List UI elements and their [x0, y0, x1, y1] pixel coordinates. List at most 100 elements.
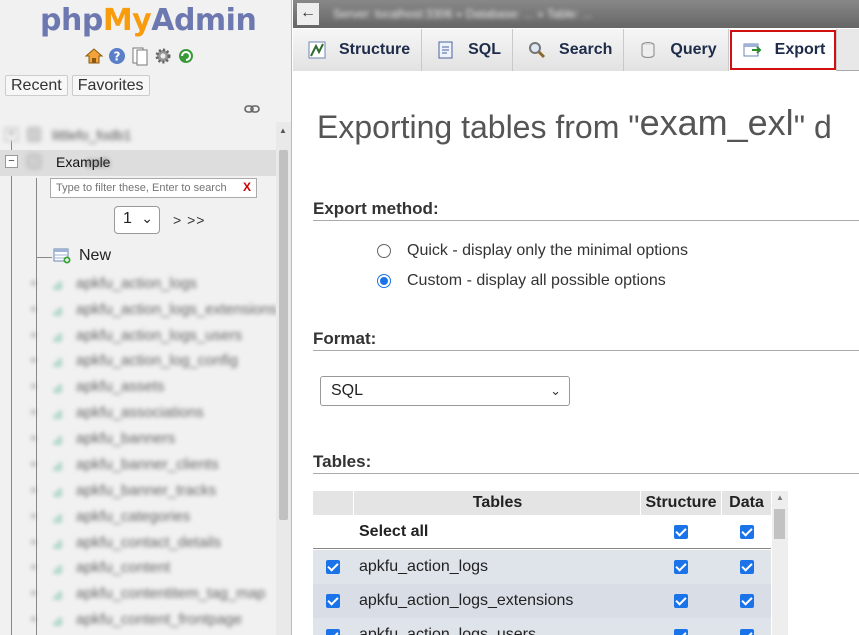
structure-checkbox[interactable]	[641, 584, 721, 618]
table-filter-input[interactable]	[50, 178, 257, 198]
tree-table-row[interactable]: + ⊿ apkfu_action_logs_users	[30, 322, 242, 348]
main-panel: ← Server: localhost:3306 » Database: ...…	[293, 0, 859, 635]
tree-table-row[interactable]: + ⊿ apkfu_contentitem_tag_map	[30, 580, 265, 606]
tree-table-row[interactable]: + ⊿ apkfu_assets	[30, 373, 164, 399]
scroll-up-icon[interactable]: ▲	[279, 126, 287, 135]
back-arrow-icon[interactable]: ←	[297, 3, 319, 25]
checkbox[interactable]	[674, 629, 688, 635]
table-name: apkfu_action_logs	[359, 558, 488, 575]
favorites-button[interactable]: Favorites	[71, 75, 150, 96]
structure-checkbox[interactable]	[641, 550, 721, 584]
tree-table-row[interactable]: + ⊿ apkfu_banner_clients	[30, 451, 219, 477]
new-table-link[interactable]: New	[79, 247, 111, 265]
breadcrumb-bar: ← Server: localhost:3306 » Database: ...…	[293, 0, 859, 28]
tab-label: Query	[670, 41, 717, 58]
radio-label[interactable]: Custom - display all possible options	[407, 272, 666, 290]
tree-table-row[interactable]: + ⊿ apkfu_action_logs	[30, 270, 197, 296]
tab-structure[interactable]: Structure	[293, 29, 423, 71]
checkbox[interactable]	[739, 560, 754, 574]
tree-table-row[interactable]: + ⊿ apkfu_banners	[30, 425, 175, 451]
tab-query[interactable]: Query	[624, 29, 729, 71]
format-select[interactable]: SQL ⌄	[320, 376, 570, 406]
tree-table-row[interactable]: + ⊿ apkfu_contact_details	[30, 529, 221, 555]
tab-sql[interactable]: SQL	[422, 29, 514, 71]
chevron-down-icon: ⌄	[141, 210, 153, 226]
reload-icon[interactable]	[176, 46, 196, 66]
checkbox[interactable]	[674, 560, 688, 574]
home-icon[interactable]	[84, 46, 104, 66]
column-header-structure[interactable]: Structure	[641, 491, 721, 515]
tree-table-row[interactable]: + ⊿ apkfu_categories	[30, 503, 190, 529]
collapse-icon[interactable]: −	[5, 155, 18, 168]
radio-quick[interactable]: Quick - display only the minimal options	[377, 242, 688, 260]
radio-button[interactable]	[377, 274, 391, 288]
tree-scrollbar[interactable]: ▲	[276, 122, 291, 635]
table-icon: ⊿	[52, 536, 63, 551]
tree-db-row[interactable]: + littlefo_fodb1	[0, 122, 276, 148]
link-with-main-icon[interactable]	[244, 101, 260, 119]
docs-icon[interactable]	[130, 46, 150, 66]
table-select-checkbox[interactable]	[313, 619, 353, 635]
tree-table-row[interactable]: + ⊿ apkfu_banner_tracks	[30, 477, 216, 503]
checkbox[interactable]	[326, 560, 340, 574]
checkbox[interactable]	[739, 524, 754, 539]
radio-button[interactable]	[377, 244, 391, 258]
table-row[interactable]: apkfu_action_logs	[313, 550, 771, 584]
checkbox[interactable]	[674, 524, 688, 539]
table-icon: ⊿	[52, 354, 63, 369]
search-icon	[527, 40, 547, 60]
tab-export[interactable]: Export	[728, 29, 838, 71]
tab-label: Export	[774, 41, 826, 58]
page-title-prefix: Exporting tables from "	[317, 109, 640, 145]
table-icon: ⊿	[52, 277, 63, 292]
tree-table-row[interactable]: + ⊿ apkfu_content_frontpage	[30, 606, 242, 632]
checkbox[interactable]	[739, 629, 754, 635]
tables-heading: Tables:	[313, 452, 372, 471]
table-icon: ⊿	[52, 587, 63, 602]
breadcrumb[interactable]: Server: localhost:3306 » Database: ... »…	[333, 7, 592, 21]
tree-table-row[interactable]: + ⊿ apkfu_action_logs_extensions	[30, 296, 277, 322]
table-row[interactable]: apkfu_action_logs_users	[313, 618, 771, 635]
checkbox[interactable]	[326, 594, 340, 608]
tables-scrollbar[interactable]: ▲	[772, 491, 788, 635]
page-select[interactable]: 1 ⌄	[114, 206, 160, 234]
structure-checkbox[interactable]	[641, 619, 721, 635]
scrollbar-thumb[interactable]	[279, 150, 288, 520]
scroll-up-icon[interactable]: ▲	[776, 493, 784, 502]
data-checkbox[interactable]	[722, 619, 771, 635]
table-select-checkbox[interactable]	[313, 550, 353, 584]
checkbox[interactable]	[674, 594, 688, 608]
chevron-down-icon: ⌄	[550, 383, 561, 398]
tree-current-db-row[interactable]	[0, 150, 276, 176]
expand-icon[interactable]: +	[5, 128, 18, 141]
radio-label[interactable]: Quick - display only the minimal options	[407, 242, 688, 260]
data-checkbox[interactable]	[722, 584, 771, 618]
phpmyadmin-logo[interactable]: phpMyAdmin	[40, 3, 257, 38]
next-page-link[interactable]: > >>	[173, 212, 205, 228]
checkbox[interactable]	[739, 594, 754, 608]
column-header-tables[interactable]: Tables	[354, 491, 641, 515]
database-icon	[27, 154, 41, 169]
tree-table-row[interactable]: + ⊿ apkfu_content	[30, 554, 170, 580]
tab-search[interactable]: Search	[513, 29, 625, 71]
help-icon[interactable]: ?	[107, 46, 127, 66]
settings-icon[interactable]	[153, 46, 173, 66]
select-all-data-checkbox[interactable]	[722, 515, 771, 548]
select-all-structure-checkbox[interactable]	[641, 515, 721, 548]
tree-table-row[interactable]: + ⊿ apkfu_associations	[30, 399, 204, 425]
scrollbar-thumb[interactable]	[774, 509, 785, 539]
table-icon: ⊿	[52, 561, 63, 576]
tree-table-row[interactable]: + ⊿ apkfu_action_log_config	[30, 347, 238, 373]
section-divider	[313, 473, 859, 474]
column-header-data[interactable]: Data	[722, 491, 771, 515]
clear-filter-button[interactable]: X	[243, 180, 251, 194]
data-checkbox[interactable]	[722, 550, 771, 584]
select-all-label: Select all	[359, 522, 429, 540]
new-table-icon[interactable]	[53, 248, 71, 264]
checkbox[interactable]	[326, 629, 340, 635]
table-select-checkbox[interactable]	[313, 584, 353, 618]
table-icon: ⊿	[52, 380, 63, 395]
recent-button[interactable]: Recent	[5, 75, 68, 96]
table-row[interactable]: apkfu_action_logs_extensions	[313, 584, 771, 618]
radio-custom[interactable]: Custom - display all possible options	[377, 272, 666, 290]
